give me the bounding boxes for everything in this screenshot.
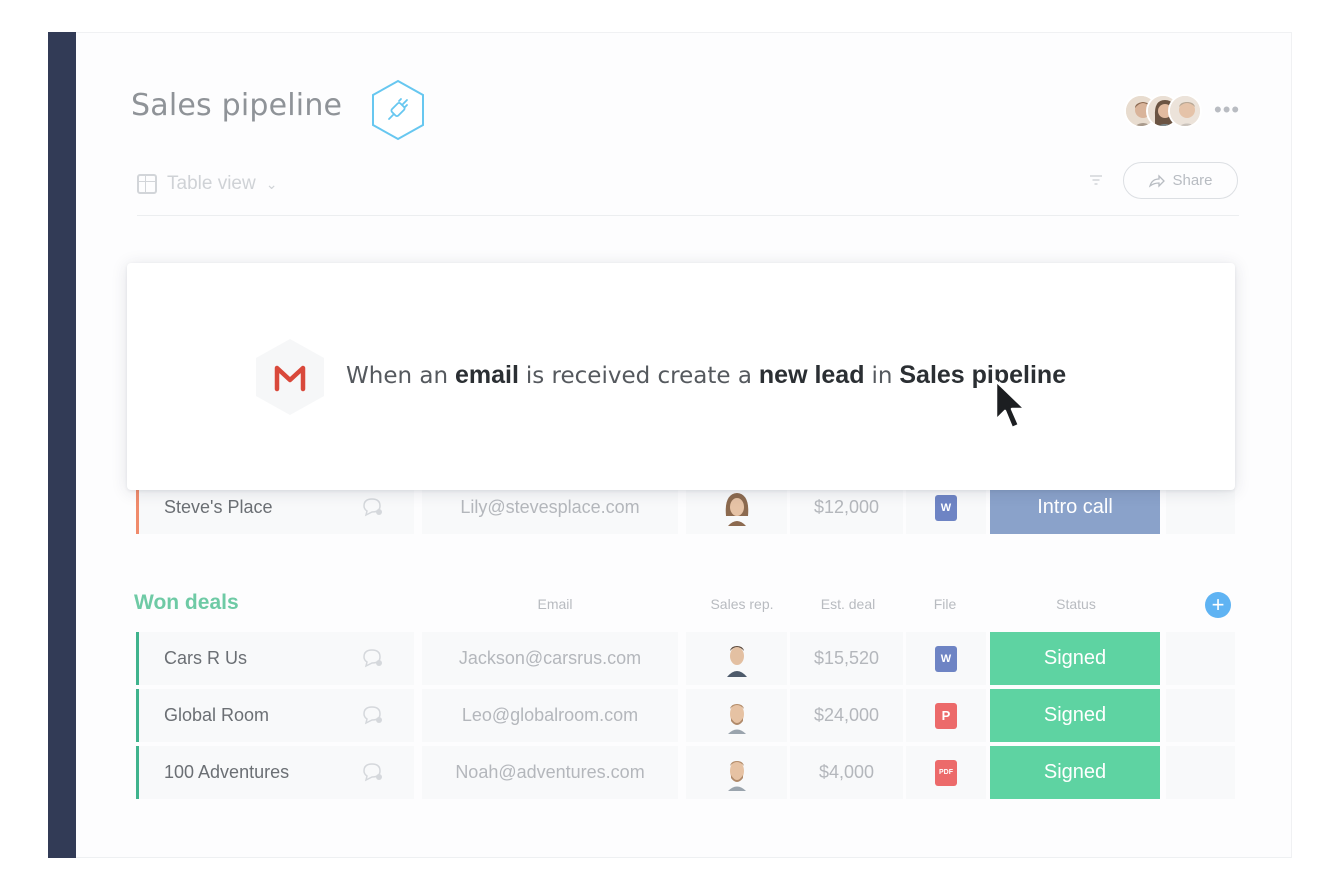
view-selector[interactable]: Table view ⌄: [137, 173, 277, 195]
sales-rep-cell[interactable]: [686, 632, 787, 685]
board-field[interactable]: Sales pipeline: [899, 361, 1066, 389]
share-label: Share: [1172, 172, 1213, 189]
trigger-field[interactable]: email: [455, 361, 519, 389]
chat-bubble-icon[interactable]: [361, 497, 383, 517]
status-cell[interactable]: Signed: [990, 746, 1160, 799]
file-cell[interactable]: W: [906, 632, 986, 685]
word-file-icon[interactable]: W: [935, 645, 957, 672]
avatar: [726, 645, 747, 677]
chevron-down-icon: ⌄: [265, 175, 278, 192]
file-cell[interactable]: P: [906, 689, 986, 742]
email-cell[interactable]: Noah@adventures.com: [422, 746, 678, 799]
avatar: [725, 492, 748, 526]
recipe-text: in: [871, 363, 893, 389]
row-end-cell: [1166, 632, 1235, 685]
column-header-file[interactable]: File: [925, 596, 965, 612]
action-field[interactable]: new lead: [759, 361, 865, 389]
board-members[interactable]: [1124, 94, 1204, 130]
column-header-sales-rep[interactable]: Sales rep.: [702, 596, 782, 612]
mouse-cursor-icon: [994, 379, 1027, 430]
chat-bubble-icon[interactable]: [361, 705, 383, 725]
sales-rep-cell[interactable]: [686, 689, 787, 742]
deal-value-cell[interactable]: $4,000: [790, 746, 903, 799]
board-title[interactable]: Sales pipeline: [131, 88, 342, 123]
row-end-cell: [1166, 746, 1235, 799]
chat-bubble-icon[interactable]: [361, 762, 383, 782]
filter-icon[interactable]: [1089, 174, 1103, 186]
deal-value-cell[interactable]: $15,520: [790, 632, 903, 685]
add-column-button[interactable]: +: [1205, 592, 1231, 618]
gmail-icon: [256, 339, 324, 415]
share-button[interactable]: Share: [1123, 162, 1238, 199]
member-avatar: [1168, 94, 1202, 128]
group-title[interactable]: Won deals: [134, 591, 239, 615]
page: Sales pipeline ••• Table view ⌄ Share St…: [0, 0, 1338, 884]
email-cell[interactable]: Jackson@carsrus.com: [422, 632, 678, 685]
header-divider: [137, 215, 1239, 216]
deal-value-cell[interactable]: $24,000: [790, 689, 903, 742]
word-file-icon[interactable]: W: [935, 494, 957, 521]
file-cell[interactable]: PDF: [906, 746, 986, 799]
recipe-text: is received create a: [525, 363, 752, 389]
column-header-email[interactable]: Email: [530, 596, 580, 612]
status-cell[interactable]: Signed: [990, 689, 1160, 742]
column-header-deal[interactable]: Est. deal: [815, 596, 881, 612]
pdf-file-icon[interactable]: PDF: [935, 759, 957, 786]
row-end-cell: [1166, 689, 1235, 742]
table-view-icon: [137, 174, 157, 194]
integration-plug-icon[interactable]: [370, 79, 426, 141]
chat-bubble-icon[interactable]: [361, 648, 383, 668]
automation-sentence: When an email is received create a new l…: [346, 361, 1066, 390]
status-cell[interactable]: Signed: [990, 632, 1160, 685]
avatar: [727, 703, 746, 734]
share-icon: [1149, 173, 1166, 188]
sidebar-strip: [48, 32, 76, 858]
column-header-status[interactable]: Status: [1046, 596, 1106, 612]
more-options-button[interactable]: •••: [1214, 97, 1240, 123]
sales-rep-cell[interactable]: [686, 746, 787, 799]
recipe-text: When an: [346, 363, 449, 389]
avatar: [727, 760, 746, 791]
view-label: Table view: [167, 173, 256, 194]
powerpoint-file-icon[interactable]: P: [935, 702, 957, 729]
email-cell[interactable]: Leo@globalroom.com: [422, 689, 678, 742]
